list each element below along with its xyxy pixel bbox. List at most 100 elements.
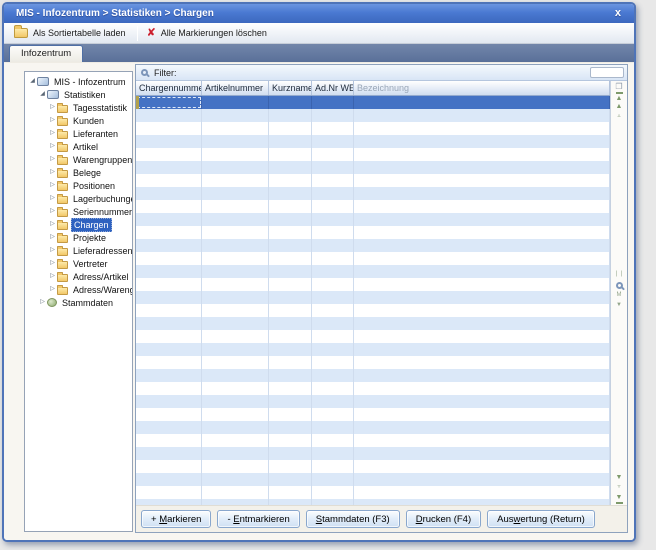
table-row[interactable] — [136, 356, 610, 369]
tree-collapsed-icon[interactable]: ▷ — [48, 101, 57, 114]
table-row[interactable] — [136, 304, 610, 317]
tab-infozentrum[interactable]: Infozentrum — [9, 45, 83, 62]
table-row[interactable] — [136, 434, 610, 447]
tree-item-kunden[interactable]: ▷Kunden — [25, 114, 132, 127]
tree-item-mis-infozentrum[interactable]: ◢MIS - Infozentrum — [25, 75, 132, 88]
table-row[interactable] — [136, 317, 610, 330]
scroll-to-bottom-icon[interactable]: ▼ — [616, 493, 623, 503]
table-row[interactable] — [136, 148, 610, 161]
tree-item-vertreter[interactable]: ▷Vertreter — [25, 257, 132, 270]
clear-all-marks-button[interactable]: ✘ Alle Markierungen löschen — [141, 26, 275, 40]
filter-input[interactable] — [590, 67, 624, 78]
table-row[interactable] — [136, 330, 610, 343]
move-up-icon[interactable]: ▲ — [616, 102, 623, 112]
tree-collapsed-icon[interactable]: ▷ — [48, 192, 57, 205]
table-row[interactable] — [136, 161, 610, 174]
search-icon[interactable] — [616, 282, 623, 289]
column-header-ad-nr-we[interactable]: Ad.Nr WE — [312, 81, 354, 95]
column-chooser-icon[interactable]: ❐ — [615, 82, 622, 92]
tree-expanded-icon[interactable]: ◢ — [28, 75, 37, 88]
load-as-sorttable-button[interactable]: Als Sortiertabelle laden — [8, 26, 134, 40]
table-row[interactable] — [136, 135, 610, 148]
page-up-icon[interactable]: ▵ — [617, 112, 620, 122]
tree-collapsed-icon[interactable]: ▷ — [48, 205, 57, 218]
tree-item-positionen[interactable]: ▷Positionen — [25, 179, 132, 192]
tree-collapsed-icon[interactable]: ▷ — [48, 218, 57, 231]
page-down-icon[interactable]: ▿ — [617, 483, 620, 493]
table-row[interactable] — [136, 226, 610, 239]
table-row[interactable] — [136, 109, 610, 122]
tree-item-tagesstatistik[interactable]: ▷Tagesstatistik — [25, 101, 132, 114]
table-row[interactable] — [136, 395, 610, 408]
tree-item-lieferadressen[interactable]: ▷Lieferadressen — [25, 244, 132, 257]
table-row[interactable] — [136, 200, 610, 213]
tree-collapsed-icon[interactable]: ▷ — [48, 179, 57, 192]
tree-collapsed-icon[interactable]: ▷ — [48, 270, 57, 283]
table-row[interactable] — [136, 291, 610, 304]
table-row-selected[interactable] — [136, 96, 610, 109]
table-row[interactable] — [136, 486, 610, 499]
tree-collapsed-icon[interactable]: ▷ — [48, 153, 57, 166]
tree-item-lagerbuchungen[interactable]: ▷Lagerbuchungen — [25, 192, 132, 205]
table-cell — [269, 226, 312, 239]
button-stammdaten-f3[interactable]: Stammdaten (F3) — [306, 510, 400, 528]
tree-collapsed-icon[interactable]: ▷ — [48, 166, 57, 179]
load-as-sorttable-label: Als Sortiertabelle laden — [33, 28, 126, 38]
tree-item-belege[interactable]: ▷Belege — [25, 166, 132, 179]
column-header-kurzname[interactable]: Kurzname — [269, 81, 312, 95]
table-row[interactable] — [136, 460, 610, 473]
tree-collapsed-icon[interactable]: ▷ — [48, 231, 57, 244]
button-entmarkieren[interactable]: - Entmarkieren — [217, 510, 299, 528]
button-auswertung-return[interactable]: Auswertung (Return) — [487, 510, 595, 528]
tree-item-label: Adress/Artikel — [71, 271, 131, 283]
table-row[interactable] — [136, 447, 610, 460]
table-row[interactable] — [136, 213, 610, 226]
tree-item-artikel[interactable]: ▷Artikel — [25, 140, 132, 153]
filter-funnel-icon[interactable]: ▼ — [616, 301, 622, 311]
table-cell — [269, 278, 312, 291]
tree-collapsed-icon[interactable]: ▷ — [48, 283, 57, 296]
tree-item-chargen[interactable]: ▷Chargen — [25, 218, 132, 231]
tree-expanded-icon[interactable]: ◢ — [38, 88, 47, 101]
column-header-artikelnummer[interactable]: Artikelnummer — [202, 81, 269, 95]
tree-item-adress-artikel[interactable]: ▷ Adress/Artikel — [25, 270, 132, 283]
table-row[interactable] — [136, 408, 610, 421]
tree-item-lieferanten[interactable]: ▷Lieferanten — [25, 127, 132, 140]
tree-item-adress-warengruppen[interactable]: ▷Adress/Warengruppen — [25, 283, 132, 296]
scroll-to-top-icon[interactable]: ▲ — [616, 92, 623, 102]
table-row[interactable] — [136, 239, 610, 252]
row-height-icon[interactable]: ❘❘ — [614, 270, 624, 280]
folder-icon — [57, 170, 68, 178]
table-row[interactable] — [136, 499, 610, 505]
marked-rows-icon[interactable]: M — [617, 291, 622, 301]
table-row[interactable] — [136, 265, 610, 278]
tree-collapsed-icon[interactable]: ▷ — [48, 257, 57, 270]
column-header-chargennummer[interactable]: Chargennummer▼ — [136, 81, 202, 95]
button-drucken-f4[interactable]: Drucken (F4) — [406, 510, 481, 528]
tree-collapsed-icon[interactable]: ▷ — [48, 140, 57, 153]
tree-collapsed-icon[interactable]: ▷ — [48, 114, 57, 127]
table-row[interactable] — [136, 369, 610, 382]
table-row[interactable] — [136, 252, 610, 265]
tree-item-seriennummern[interactable]: ▷Seriennummern — [25, 205, 132, 218]
table-row[interactable] — [136, 187, 610, 200]
table-row[interactable] — [136, 382, 610, 395]
table-row[interactable] — [136, 421, 610, 434]
tree-collapsed-icon[interactable]: ▷ — [48, 127, 57, 140]
tree-item-statistiken[interactable]: ◢Statistiken — [25, 88, 132, 101]
table-row[interactable] — [136, 473, 610, 486]
column-header-bezeichnung[interactable]: Bezeichnung — [354, 81, 610, 95]
tree-collapsed-icon[interactable]: ▷ — [48, 244, 57, 257]
table-row[interactable] — [136, 122, 610, 135]
close-icon[interactable]: x — [612, 5, 624, 22]
table-row[interactable] — [136, 174, 610, 187]
table-row[interactable] — [136, 343, 610, 356]
tree-item-warengruppen[interactable]: ▷Warengruppen — [25, 153, 132, 166]
tree-collapsed-icon[interactable]: ▷ — [38, 296, 47, 309]
move-down-icon[interactable]: ▼ — [616, 473, 623, 483]
tree-item-projekte[interactable]: ▷Projekte — [25, 231, 132, 244]
table-row[interactable] — [136, 278, 610, 291]
button-markieren[interactable]: + Markieren — [141, 510, 211, 528]
folder-icon — [57, 131, 68, 139]
tree-item-stammdaten[interactable]: ▷Stammdaten — [25, 296, 132, 309]
